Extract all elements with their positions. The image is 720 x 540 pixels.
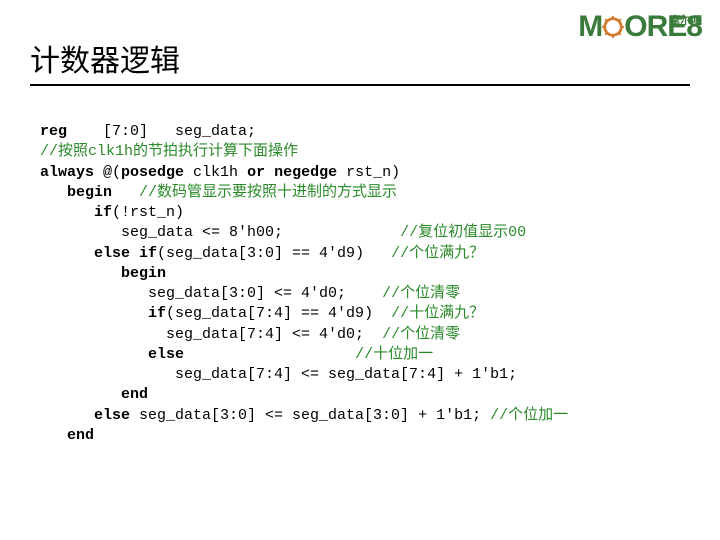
page-title: 计数器逻辑 — [30, 36, 690, 84]
code-text: seg_data[3:0] <= seg_data[3:0] + 1'b1; — [130, 407, 490, 424]
kw-if: if — [40, 204, 112, 221]
comment: //十位满九？ — [391, 305, 484, 322]
kw-elseif: else if — [40, 245, 157, 262]
kw-always: always — [40, 164, 94, 181]
logo-cn-text: 摩尔吧 — [669, 12, 702, 28]
kw-else: else — [40, 346, 184, 363]
code-text: seg_data[7:4] <= seg_data[7:4] + 1'b1; — [40, 366, 517, 383]
code-text: @( — [94, 164, 121, 181]
kw-end: end — [40, 386, 148, 403]
code-text: rst_n) — [337, 164, 400, 181]
kw-reg: reg — [40, 123, 67, 140]
code-block: reg [7:0] seg_data; //按照clk1h的节拍执行计算下面操作… — [40, 122, 568, 446]
kw-begin: begin — [40, 184, 112, 201]
kw-if: if — [40, 305, 166, 322]
kw-else: else — [40, 407, 130, 424]
code-text: seg_data[7:4] <= 4'd0; — [40, 326, 382, 343]
gear-icon — [602, 16, 624, 38]
comment: //个位加一 — [490, 407, 568, 424]
comment: //复位初值显示00 — [400, 224, 526, 241]
comment: //个位清零 — [382, 326, 460, 343]
kw-posedge: posedge — [121, 164, 184, 181]
code-text: seg_data[3:0] <= 4'd0; — [40, 285, 382, 302]
comment: //数码管显示要按照十进制的方式显示 — [112, 184, 397, 201]
code-text: (seg_data[3:0] == 4'd9) — [157, 245, 391, 262]
code-text: clk1h — [184, 164, 247, 181]
code-text: (!rst_n) — [112, 204, 184, 221]
comment: //按照clk1h的节拍执行计算下面操作 — [40, 143, 298, 160]
kw-or-negedge: or negedge — [247, 164, 337, 181]
kw-end: end — [40, 427, 94, 444]
comment: //个位满九？ — [391, 245, 484, 262]
kw-begin: begin — [40, 265, 166, 282]
title-underline — [30, 84, 690, 86]
code-text: (seg_data[7:4] == 4'd9) — [166, 305, 391, 322]
comment: //十位加一 — [355, 346, 433, 363]
code-text: [7:0] seg_data; — [67, 123, 256, 140]
code-text: seg_data <= 8'h00; — [40, 224, 400, 241]
code-text — [184, 346, 355, 363]
title-area: 计数器逻辑 — [30, 36, 690, 86]
comment: //个位清零 — [382, 285, 460, 302]
